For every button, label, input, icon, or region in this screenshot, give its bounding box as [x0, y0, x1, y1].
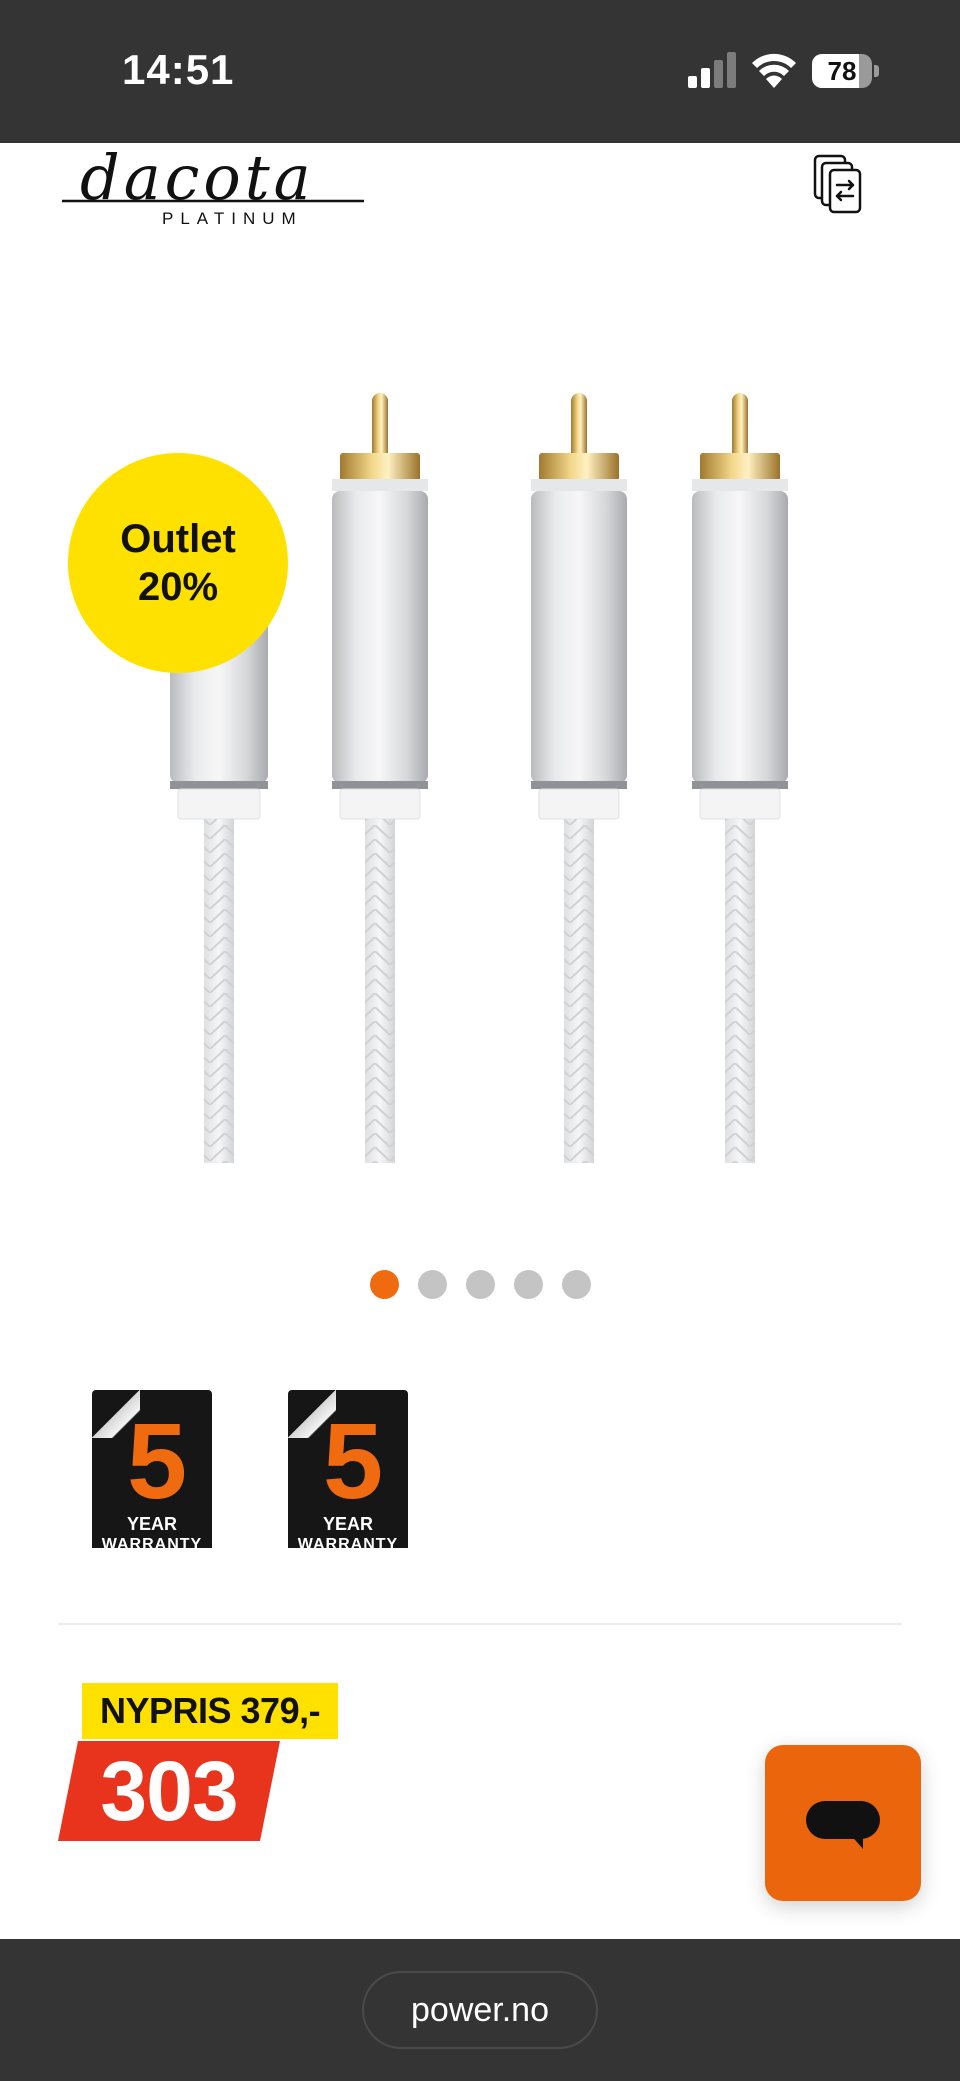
gallery-dot-1[interactable] — [369, 1270, 399, 1299]
plug-1 — [170, 593, 268, 1163]
gallery-dot-3[interactable] — [465, 1270, 495, 1299]
battery-icon: 78 — [812, 54, 879, 88]
address-bar[interactable]: power.no — [362, 1971, 598, 2049]
compare-icon — [813, 154, 862, 214]
address-url: power.no — [411, 1990, 549, 2029]
brand-logo-subtext: PLATINUM — [162, 209, 303, 228]
status-bar: 14:51 78 — [0, 0, 960, 143]
brand-logo: dacota PLATINUM — [60, 141, 370, 233]
gallery-dot-2[interactable] — [417, 1270, 447, 1299]
outlet-badge-percent: 20% — [137, 565, 219, 609]
gallery-dot-4[interactable] — [513, 1270, 543, 1299]
original-price: NYPRIS 379,- — [100, 1690, 321, 1731]
current-price: 303 — [100, 1743, 238, 1838]
outlet-badge-label: Outlet — [120, 517, 236, 561]
brand-logo-graphic: dacota PLATINUM — [62, 141, 364, 228]
gallery-dot-5[interactable] — [561, 1270, 591, 1299]
plug-3 — [531, 393, 627, 1163]
product-gallery[interactable]: Outlet 20% — [0, 293, 960, 1333]
current-price-tag: 303 — [58, 1741, 280, 1841]
warranty-badge[interactable]: 5 YEAR WARRANTY — [86, 1378, 216, 1548]
warranty-year-label: YEAR — [126, 1514, 177, 1534]
status-time: 14:51 — [122, 46, 235, 93]
cellular-signal-icon — [688, 52, 736, 88]
warranty-sublabel: WARRANTY — [101, 1536, 203, 1548]
warranty-sublabel: WARRANTY — [297, 1536, 399, 1548]
warranty-badge[interactable]: 5 YEAR WARRANTY — [282, 1378, 412, 1548]
product-image[interactable] — [0, 293, 960, 1323]
price-block: NYPRIS 379,- 303 — [58, 1683, 378, 1853]
section-divider — [58, 1623, 902, 1625]
wifi-icon — [752, 53, 796, 88]
browser-bottom-bar: power.no — [0, 1939, 960, 2081]
plug-2 — [332, 393, 428, 1163]
plug-4 — [692, 393, 788, 1163]
outlet-discount-badge: Outlet 20% — [68, 453, 288, 673]
warranty-number: 5 — [126, 1400, 188, 1521]
chat-button[interactable] — [765, 1745, 921, 1901]
warranty-year-label: YEAR — [322, 1514, 373, 1534]
compare-button[interactable] — [812, 153, 870, 221]
chat-bubble-icon — [806, 1801, 880, 1839]
battery-level: 78 — [827, 56, 857, 86]
warranty-number: 5 — [322, 1400, 384, 1521]
gallery-pagination — [0, 1270, 960, 1300]
product-page: dacota PLATINUM Outlet 20% 5 YEAR WARRAN… — [0, 141, 960, 1939]
brand-logo-text: dacota — [80, 143, 315, 214]
original-price-tag: NYPRIS 379,- — [82, 1683, 339, 1739]
